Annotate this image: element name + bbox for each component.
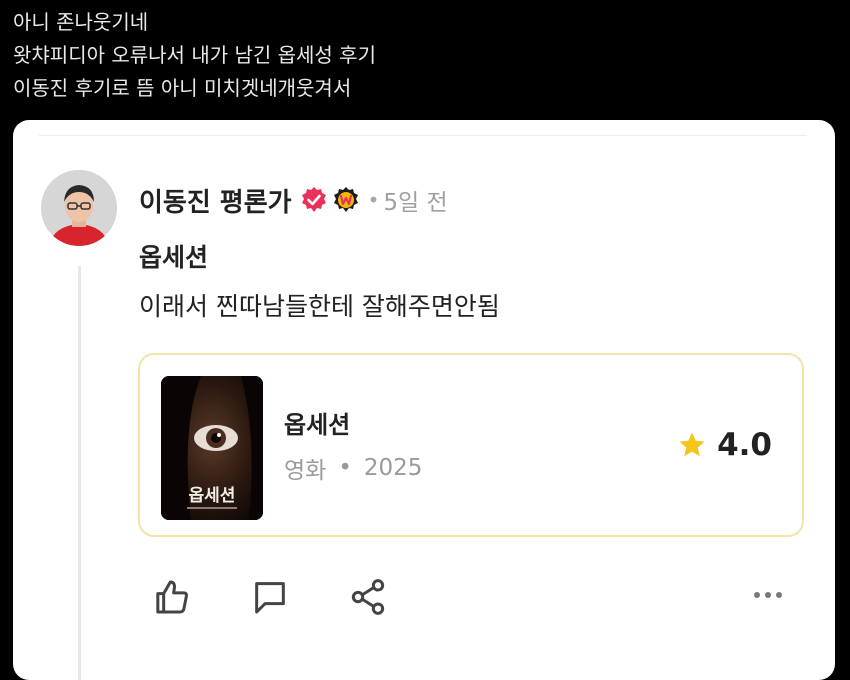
review-card: 이동진 평론가 • 5일 전 옵세션 이래서 찐따남들한테 잘해주면안됨 옵세션… <box>13 120 835 680</box>
thread-line <box>78 266 81 680</box>
movie-poster: 옵세션 <box>161 376 263 520</box>
review-body: 이래서 찐따남들한테 잘해주면안됨 <box>139 292 500 321</box>
poster-title: 옵세션 <box>189 486 236 506</box>
post-line-3: 이동진 후기로 뜸 아니 미치겟네개웃겨서 <box>13 76 352 100</box>
action-bar <box>150 575 444 619</box>
author-name[interactable]: 이동진 평론가 <box>139 182 292 219</box>
post-text: 아니 존나웃기네 왓챠피디아 오류나서 내가 남긴 옵세성 후기 이동진 후기로… <box>13 6 376 105</box>
more-icon[interactable] <box>754 592 787 598</box>
dot-separator: • <box>367 188 380 212</box>
movie-title: 옵세션 <box>284 411 351 439</box>
movie-card[interactable]: 옵세션 옵세션 영화 • 2025 4.0 <box>138 353 804 537</box>
post-line-1: 아니 존나웃기네 <box>13 10 149 34</box>
movie-meta: 영화 • 2025 <box>284 451 422 485</box>
timestamp: 5일 전 <box>383 190 448 216</box>
star-icon <box>677 430 707 460</box>
review-title: 옵세션 <box>139 243 209 272</box>
verified-check-icon <box>300 186 328 214</box>
avatar[interactable] <box>41 170 117 246</box>
share-icon[interactable] <box>346 575 390 619</box>
movie-type: 영화 <box>284 458 327 484</box>
post-line-2: 왓챠피디아 오류나서 내가 남긴 옵세성 후기 <box>13 43 376 67</box>
movie-rating: 4.0 <box>677 427 772 463</box>
movie-year: 2025 <box>363 455 423 481</box>
thumbs-up-icon[interactable] <box>150 575 194 619</box>
rating-value: 4.0 <box>717 427 772 463</box>
meta-separator: • <box>338 455 352 481</box>
author-row: 이동진 평론가 • 5일 전 <box>139 180 448 220</box>
divider <box>39 135 807 136</box>
comment-icon[interactable] <box>248 575 292 619</box>
watcha-w-badge-icon <box>332 186 360 214</box>
